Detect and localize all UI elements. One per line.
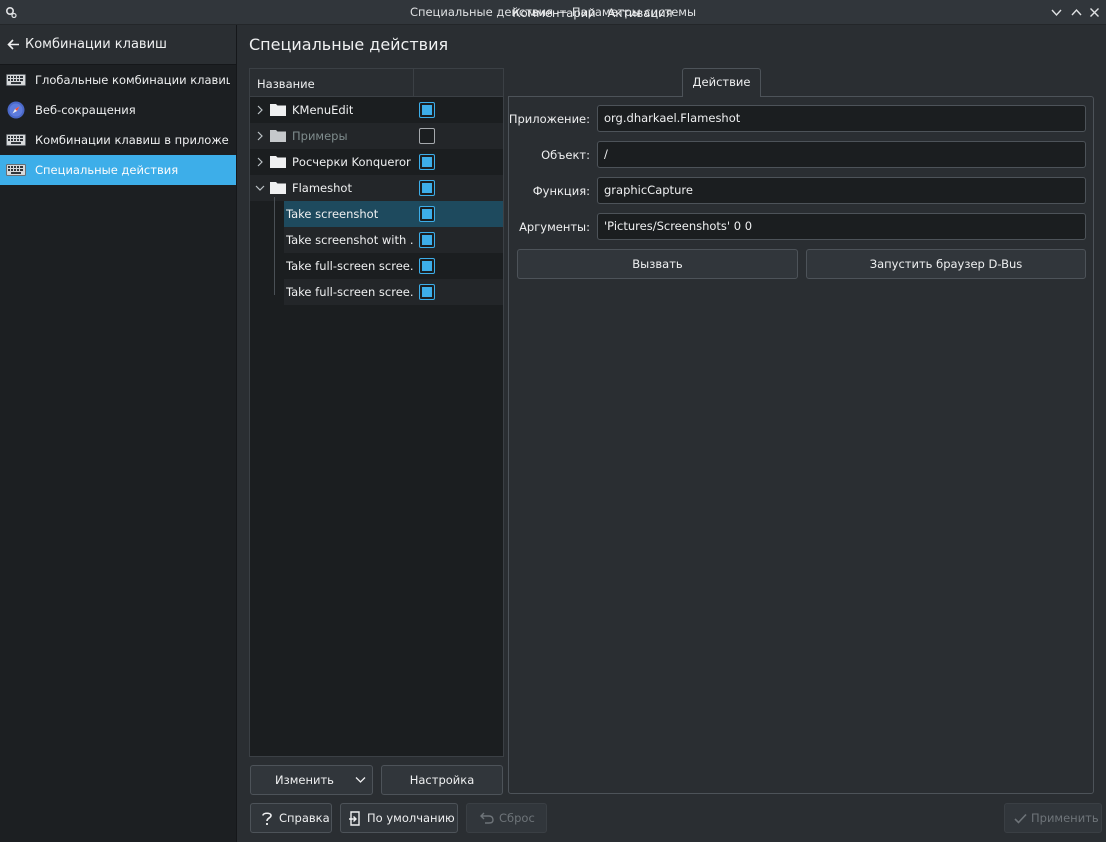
sidebar: Комбинации клавиш Глобальные комбинации … xyxy=(0,25,237,842)
tree-row-konqueror-gestures[interactable]: Росчерки Konqueror xyxy=(250,149,503,175)
keyboard-icon xyxy=(6,164,26,176)
reset-label: Сброс xyxy=(499,811,535,825)
chevron-right-icon[interactable] xyxy=(255,157,265,167)
keyboard-icon xyxy=(6,74,26,86)
keyboard-icon xyxy=(6,134,26,146)
edit-menu-button[interactable]: Изменить xyxy=(250,765,373,795)
defaults-button[interactable]: По умолчанию xyxy=(340,803,458,833)
enabled-checkbox[interactable] xyxy=(419,206,435,222)
settings-button[interactable]: Настройка xyxy=(381,765,503,795)
tree-row-label: Take full-screen scree... xyxy=(286,285,414,299)
tree-row-flameshot[interactable]: Flameshot xyxy=(250,175,503,201)
page-title: Специальные действия xyxy=(249,35,449,54)
sidebar-item-label: Глобальные комбинации клавиш xyxy=(35,73,230,87)
tree-row-label: Росчерки Konqueror xyxy=(292,155,411,169)
function-field[interactable]: graphicCapture xyxy=(597,177,1086,204)
column-separator xyxy=(413,69,414,97)
chevron-down-icon[interactable] xyxy=(255,183,265,193)
sidebar-item-special-actions[interactable]: Специальные действия xyxy=(0,155,236,185)
tree-row-take-screenshot-with[interactable]: Take screenshot with ... xyxy=(284,227,503,253)
defaults-label: По умолчанию xyxy=(367,811,455,825)
sidebar-item-label: Специальные действия xyxy=(35,163,179,177)
app-label: Приложение: xyxy=(508,112,590,126)
dbus-browser-button[interactable]: Запустить браузер D-Bus xyxy=(806,249,1086,279)
chevron-right-icon[interactable] xyxy=(255,131,265,141)
tree-row-fullscreen-2[interactable]: Take full-screen scree... xyxy=(284,279,503,305)
sidebar-item-global-shortcuts[interactable]: Глобальные комбинации клавиш xyxy=(0,65,236,95)
compass-icon xyxy=(7,101,25,119)
app-field[interactable]: org.dharkael.Flameshot xyxy=(597,105,1086,132)
sidebar-item-label: Комбинации клавиш в приложе... xyxy=(35,133,230,147)
tab-activation[interactable]: Активация xyxy=(602,0,678,29)
actions-tree[interactable]: Название KMenuEdit Примеры Росчерки Konq… xyxy=(249,68,504,757)
enabled-checkbox[interactable] xyxy=(419,180,435,196)
chevron-right-icon[interactable] xyxy=(255,105,265,115)
object-label: Объект: xyxy=(541,148,590,162)
folder-icon xyxy=(270,156,286,168)
arguments-label: Аргументы: xyxy=(519,220,590,234)
help-icon xyxy=(262,812,272,825)
folder-icon xyxy=(270,104,286,116)
sidebar-item-label: Веб-сокращения xyxy=(35,103,136,117)
sidebar-back-label: Комбинации клавиш xyxy=(25,37,167,52)
sidebar-item-web-shortcuts[interactable]: Веб-сокращения xyxy=(0,95,236,125)
tab-comment[interactable]: Комментарий xyxy=(508,0,600,29)
arguments-field[interactable]: 'Pictures/Screenshots' 0 0 xyxy=(597,213,1086,240)
edit-button-label: Изменить xyxy=(275,773,334,787)
close-icon[interactable] xyxy=(1086,4,1103,21)
tree-row-kmenuedit[interactable]: KMenuEdit xyxy=(250,97,503,123)
apply-button[interactable]: Применить xyxy=(1004,803,1102,833)
folder-icon xyxy=(270,130,286,142)
object-field[interactable]: / xyxy=(597,141,1086,168)
reset-button[interactable]: Сброс xyxy=(466,803,547,833)
chevron-down-icon xyxy=(355,777,366,783)
help-button[interactable]: Справка xyxy=(250,803,332,833)
tree-row-label: Примеры xyxy=(292,129,348,143)
function-label: Функция: xyxy=(532,184,590,198)
call-button[interactable]: Вызвать xyxy=(517,249,798,279)
help-label: Справка xyxy=(279,811,330,825)
checkmark-icon xyxy=(1014,813,1027,824)
undo-icon xyxy=(480,812,494,824)
enabled-checkbox[interactable] xyxy=(419,102,435,118)
restore-defaults-icon xyxy=(349,811,360,826)
back-arrow-icon[interactable] xyxy=(7,38,20,51)
enabled-checkbox[interactable] xyxy=(419,154,435,170)
sidebar-item-app-shortcuts[interactable]: Комбинации клавиш в приложе... xyxy=(0,125,236,155)
apply-label: Применить xyxy=(1031,811,1099,825)
tree-column-name[interactable]: Название xyxy=(257,77,315,91)
enabled-checkbox[interactable] xyxy=(419,258,435,274)
tree-row-label: KMenuEdit xyxy=(292,103,354,117)
tree-guide-line xyxy=(274,197,275,295)
tree-row-label: Take screenshot with ... xyxy=(286,233,414,247)
folder-icon xyxy=(270,182,286,194)
enabled-checkbox[interactable] xyxy=(419,128,435,144)
enabled-checkbox[interactable] xyxy=(419,232,435,248)
tab-action[interactable]: Действие xyxy=(682,68,761,97)
sidebar-back-header[interactable]: Комбинации клавиш xyxy=(0,25,236,65)
tree-row-label: Take full-screen scree... xyxy=(286,259,414,273)
chevron-down-icon[interactable] xyxy=(1048,4,1065,21)
tree-header: Название xyxy=(250,69,503,97)
tree-row-label: Take screenshot xyxy=(286,207,379,221)
tree-row-label: Flameshot xyxy=(292,181,352,195)
enabled-checkbox[interactable] xyxy=(419,284,435,300)
tree-row-take-screenshot[interactable]: Take screenshot xyxy=(284,201,503,227)
tree-row-examples[interactable]: Примеры xyxy=(250,123,503,149)
tree-row-fullscreen-1[interactable]: Take full-screen scree... xyxy=(284,253,503,279)
chevron-up-icon[interactable] xyxy=(1068,4,1085,21)
